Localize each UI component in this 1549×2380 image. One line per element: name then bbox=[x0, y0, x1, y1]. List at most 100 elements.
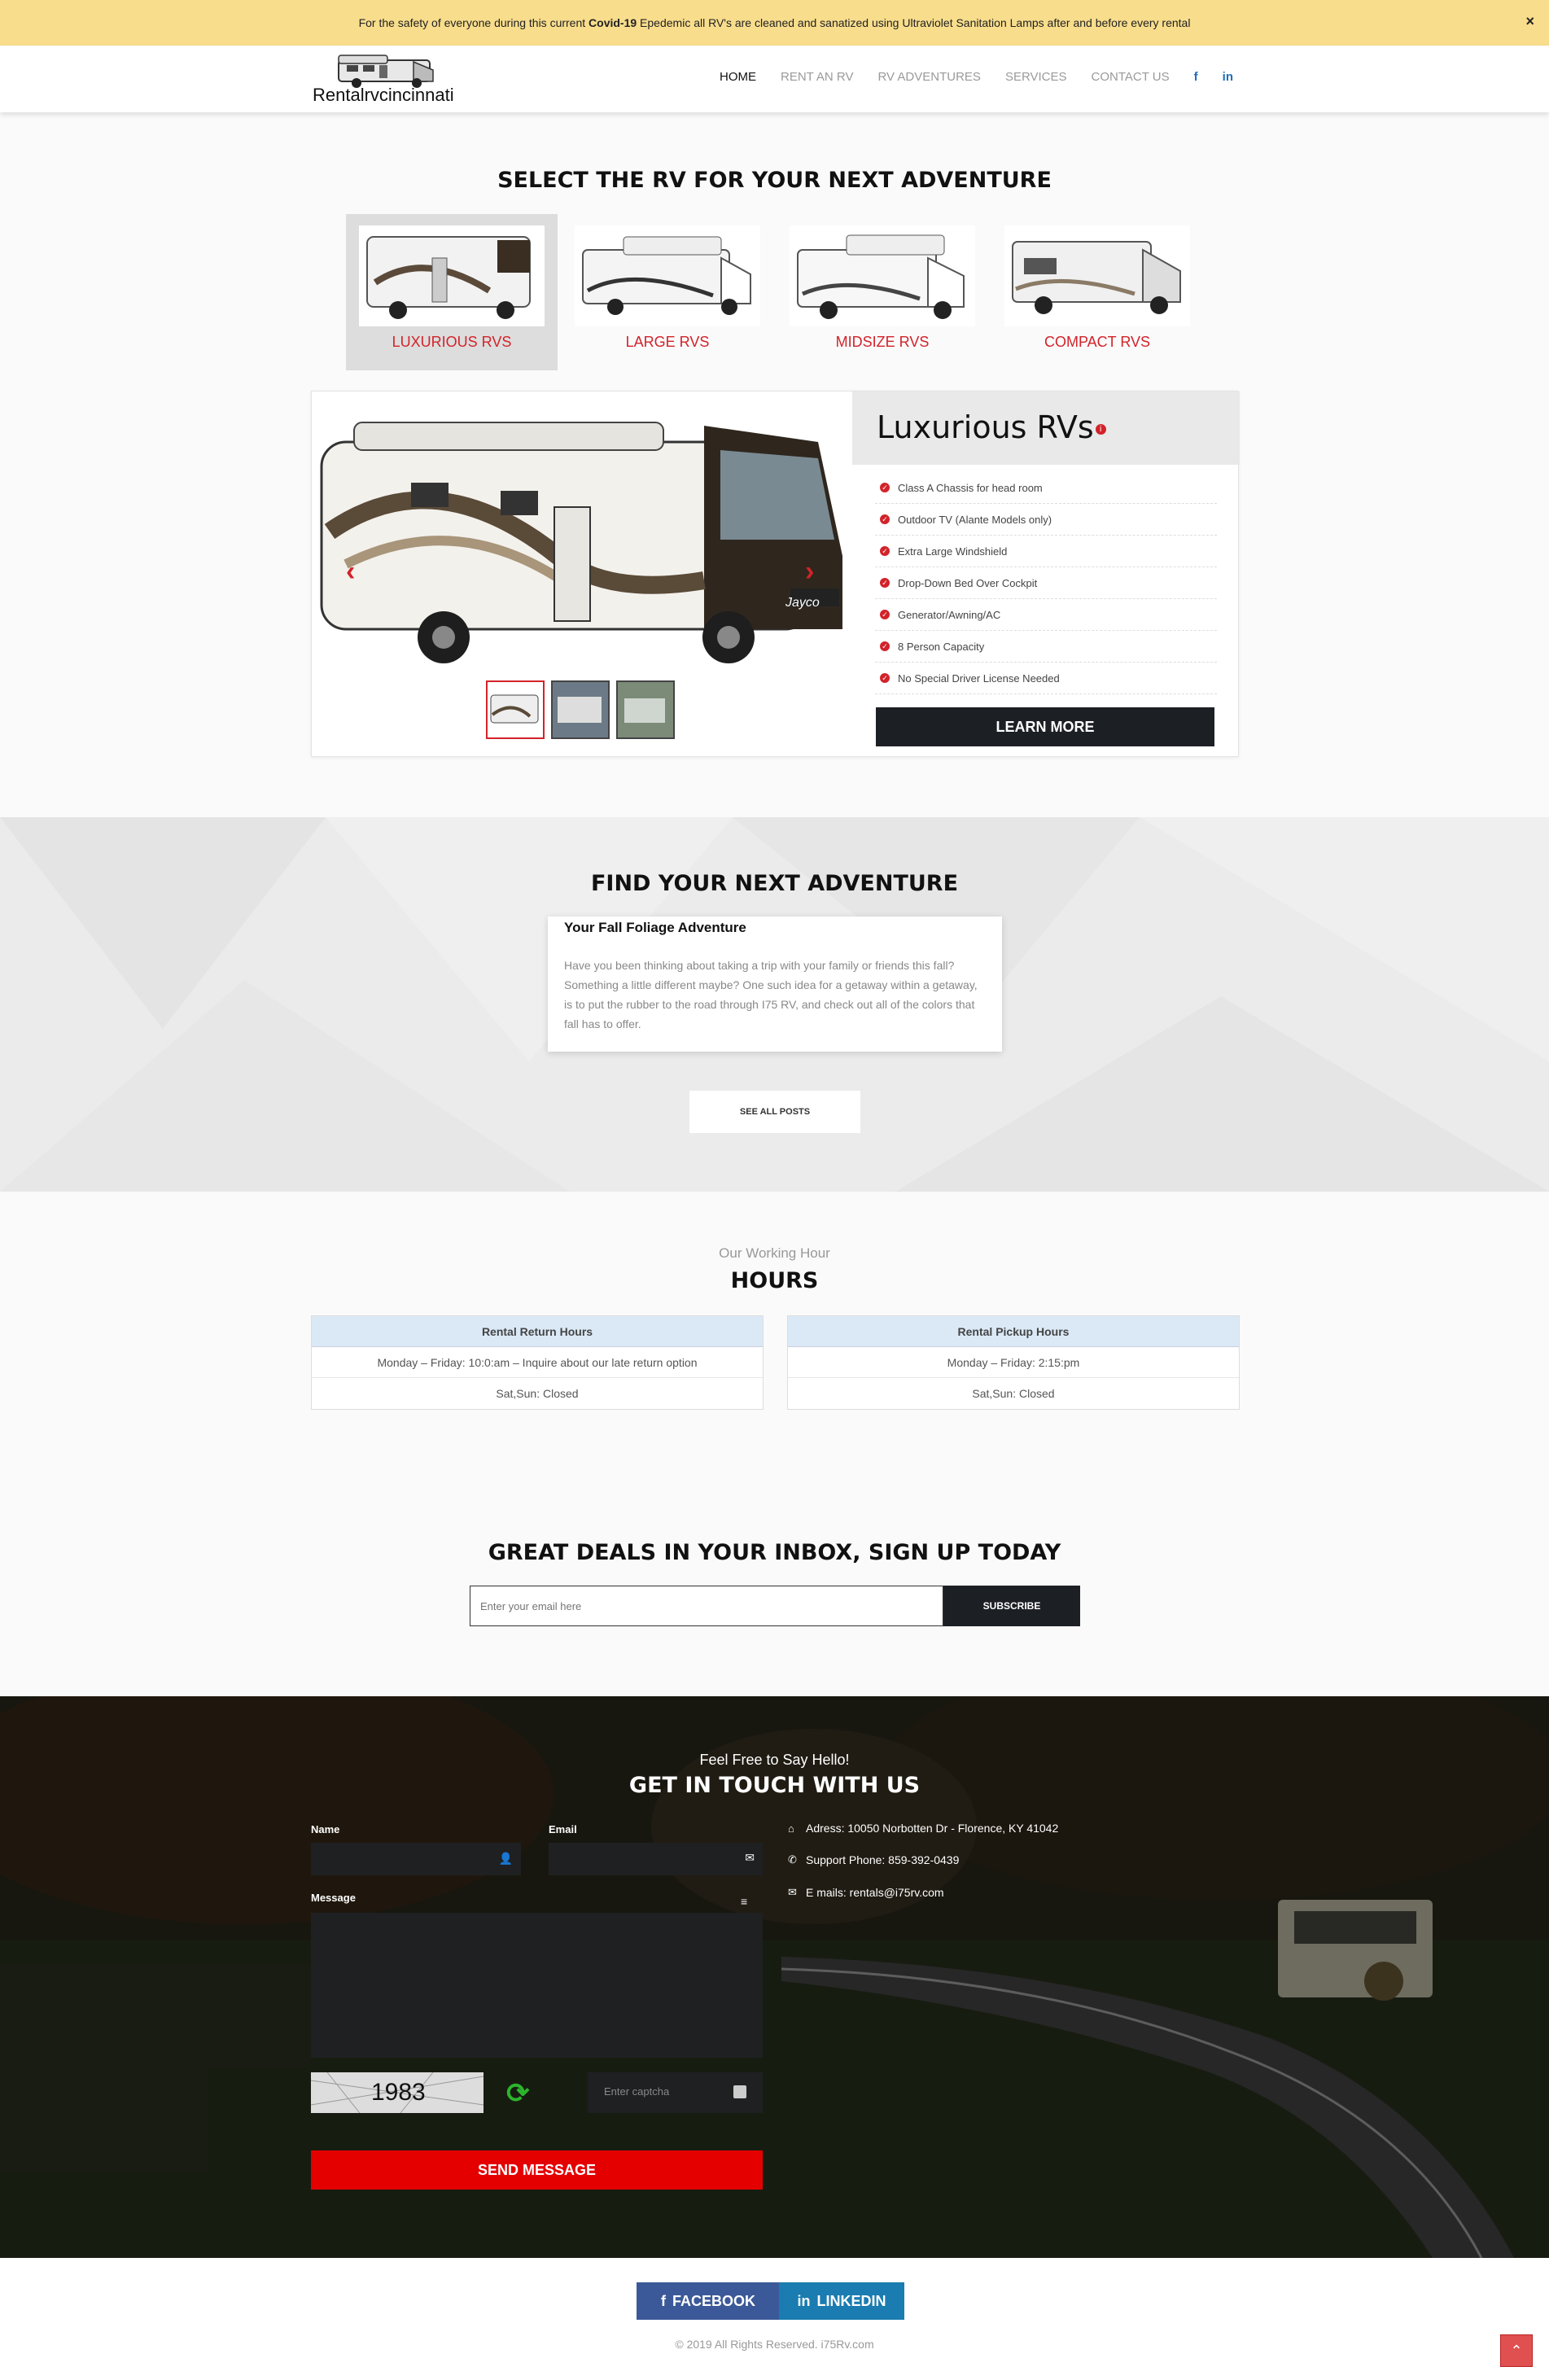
compact-rv-thumbnail bbox=[1004, 225, 1190, 326]
facebook-icon[interactable]: f bbox=[1194, 70, 1198, 84]
nav-rent-an-rv[interactable]: RENT AN RV bbox=[781, 70, 853, 84]
logo-text: Rentalrvcincinnati bbox=[313, 85, 454, 105]
table-row: Monday – Friday: 10:0:am – Inquire about… bbox=[312, 1347, 763, 1378]
tab-compact-rvs[interactable]: COMPACT RVS bbox=[991, 214, 1203, 370]
check-icon: ✓ bbox=[880, 483, 890, 492]
tab-midsize-rvs[interactable]: MIDSIZE RVS bbox=[777, 214, 988, 370]
tab-label: COMPACT RVS bbox=[1044, 334, 1151, 350]
logo[interactable]: Rentalrvcincinnati bbox=[313, 54, 456, 106]
select-section-title: SELECT THE RV FOR YOUR NEXT ADVENTURE bbox=[497, 168, 1052, 193]
feature-item: ✓ Drop-Down Bed Over Cockpit bbox=[875, 567, 1217, 599]
contact-subtitle: Feel Free to Say Hello! bbox=[699, 1752, 850, 1768]
user-icon: 👤 bbox=[498, 1852, 513, 1865]
phone-info: ✆ Support Phone: 859-392-0439 bbox=[788, 1853, 960, 1866]
phone-icon: ✆ bbox=[788, 1853, 797, 1866]
feature-card: Jayco ‹ › Luxurious RVs i ✓ Class A Chassi… bbox=[311, 391, 1240, 757]
message-textarea[interactable] bbox=[311, 1913, 763, 2058]
linkedin-icon: in bbox=[797, 2292, 811, 2309]
subscribe-button[interactable]: SUBSCRIBE bbox=[943, 1586, 1080, 1626]
tab-label: LARGE RVS bbox=[625, 334, 710, 350]
tab-label: LUXURIOUS RVS bbox=[392, 334, 512, 350]
site-footer: f FACEBOOK in LINKEDIN © 2019 All Rights R… bbox=[0, 2258, 1549, 2380]
linkedin-button[interactable]: in LINKEDIN bbox=[779, 2282, 904, 2320]
newsletter-title: GREAT DEALS IN YOUR INBOX, SIGN UP TODAY bbox=[488, 1540, 1061, 1565]
large-rv-thumbnail bbox=[575, 225, 760, 326]
check-icon: ✓ bbox=[880, 641, 890, 651]
linkedin-icon[interactable]: in bbox=[1223, 70, 1233, 84]
banner-text: For the safety of everyone during this c… bbox=[358, 16, 1191, 29]
name-input[interactable]: 👤 bbox=[311, 1843, 521, 1875]
check-icon: ✓ bbox=[880, 546, 890, 556]
learn-more-button[interactable]: LEARN MORE bbox=[876, 707, 1214, 746]
adventure-title: FIND YOUR NEXT ADVENTURE bbox=[590, 871, 959, 896]
carousel-thumb-1[interactable] bbox=[486, 680, 545, 739]
table-header: Rental Return Hours bbox=[312, 1316, 763, 1347]
refresh-icon[interactable]: ⟳ bbox=[506, 2077, 530, 2110]
nav-home[interactable]: HOME bbox=[720, 70, 756, 84]
tab-label: MIDSIZE RVS bbox=[835, 334, 930, 350]
carousel-thumb-2[interactable] bbox=[551, 680, 610, 739]
table-header: Rental Pickup Hours bbox=[788, 1316, 1239, 1347]
table-row: Sat,Sun: Closed bbox=[496, 1387, 579, 1400]
email-input[interactable]: ✉ bbox=[549, 1843, 763, 1875]
chevron-up-icon: ⌃ bbox=[1510, 2342, 1523, 2359]
feature-item: ✓ 8 Person Capacity bbox=[875, 631, 1217, 663]
envelope-icon: ✉ bbox=[788, 1886, 797, 1898]
captcha-image: 1983 bbox=[311, 2072, 484, 2113]
hours-title: HOURS bbox=[730, 1268, 819, 1293]
home-icon: ⌂ bbox=[788, 1822, 794, 1835]
nav-contact-us[interactable]: CONTACT US bbox=[1092, 70, 1170, 84]
scroll-to-top-button[interactable]: ⌃ bbox=[1500, 2334, 1533, 2367]
pickup-hours-table: Rental Pickup Hours Monday – Friday: 2:1… bbox=[787, 1315, 1240, 1410]
feature-item: ✓ Class A Chassis for head room bbox=[875, 472, 1217, 504]
facebook-icon: f bbox=[660, 2292, 666, 2309]
envelope-icon: ✉ bbox=[745, 1851, 755, 1864]
carousel-prev-icon[interactable]: ‹ bbox=[346, 556, 355, 588]
feature-item: ✓ Outdoor TV (Alante Models only) bbox=[875, 504, 1217, 536]
feature-item: ✓ No Special Driver License Needed bbox=[875, 663, 1217, 694]
captcha-lock-icon bbox=[733, 2085, 746, 2098]
name-label: Name bbox=[311, 1823, 340, 1835]
list-icon: ≡ bbox=[741, 1895, 748, 1908]
tab-luxurious-rvs[interactable]: LUXURIOUS RVS bbox=[346, 214, 558, 370]
contact-section: Feel Free to Say Hello! GET IN TOUCH WIT… bbox=[0, 1696, 1549, 2258]
check-icon: ✓ bbox=[880, 673, 890, 683]
return-hours-table: Rental Return Hours Monday – Friday: 10:… bbox=[311, 1315, 764, 1410]
covid-banner: For the safety of everyone during this c… bbox=[0, 0, 1549, 46]
site-header: Rentalrvcincinnati HOME RENT AN RV RV AD… bbox=[0, 46, 1549, 112]
check-icon: ✓ bbox=[880, 514, 890, 524]
send-message-button[interactable]: SEND MESSAGE bbox=[311, 2150, 763, 2190]
contact-title: GET IN TOUCH WITH US bbox=[628, 1773, 921, 1798]
email-info: ✉ E mails: rentals@i75rv.com bbox=[788, 1886, 944, 1899]
table-row: Sat,Sun: Closed bbox=[972, 1387, 1055, 1400]
info-icon[interactable]: i bbox=[1095, 424, 1106, 435]
midsize-rv-thumbnail bbox=[790, 225, 975, 326]
captcha-input[interactable]: Enter captcha bbox=[588, 2072, 763, 2113]
facebook-button[interactable]: f FACEBOOK bbox=[637, 2282, 780, 2320]
feature-item: ✓ Generator/Awning/AC bbox=[875, 599, 1217, 631]
table-row: Monday – Friday: 2:15:pm bbox=[788, 1347, 1239, 1378]
tab-large-rvs[interactable]: LARGE RVS bbox=[562, 214, 773, 370]
newsletter-email-input[interactable] bbox=[470, 1586, 943, 1626]
post-excerpt: Have you been thinking about taking a tr… bbox=[564, 959, 978, 1030]
nav-services[interactable]: SERVICES bbox=[1005, 70, 1067, 84]
main-nav: HOME RENT AN RV RV ADVENTURES SERVICES C… bbox=[720, 70, 1233, 84]
adventure-section: FIND YOUR NEXT ADVENTURE Your Fall Folia… bbox=[0, 817, 1549, 1192]
address-info: ⌂ Adress: 10050 Norbotten Dr - Florence, … bbox=[788, 1822, 1059, 1835]
see-all-posts-button[interactable]: SEE ALL POSTS bbox=[689, 1091, 860, 1133]
message-label: Message bbox=[311, 1892, 356, 1904]
luxurious-rv-thumbnail bbox=[359, 225, 545, 326]
carousel-thumb-3[interactable] bbox=[616, 680, 675, 739]
nav-rv-adventures[interactable]: RV ADVENTURES bbox=[878, 70, 981, 84]
captcha-placeholder: Enter captcha bbox=[604, 2085, 670, 2098]
captcha-text: 1983 bbox=[371, 2079, 426, 2106]
feature-item: ✓ Extra Large Windshield bbox=[875, 536, 1217, 567]
feature-title: Luxurious RVs i bbox=[877, 409, 1106, 445]
copyright: © 2019 All Rights Reserved. i75Rv.com bbox=[675, 2338, 874, 2351]
blog-post-card[interactable]: Your Fall Foliage Adventure Have you bee… bbox=[548, 917, 1002, 1052]
email-label: Email bbox=[549, 1823, 577, 1835]
post-title[interactable]: Your Fall Foliage Adventure bbox=[564, 920, 746, 936]
carousel-next-icon[interactable]: › bbox=[805, 556, 814, 588]
close-icon[interactable]: × bbox=[1525, 13, 1534, 30]
jayco-brand-text: Jayco bbox=[785, 596, 820, 610]
